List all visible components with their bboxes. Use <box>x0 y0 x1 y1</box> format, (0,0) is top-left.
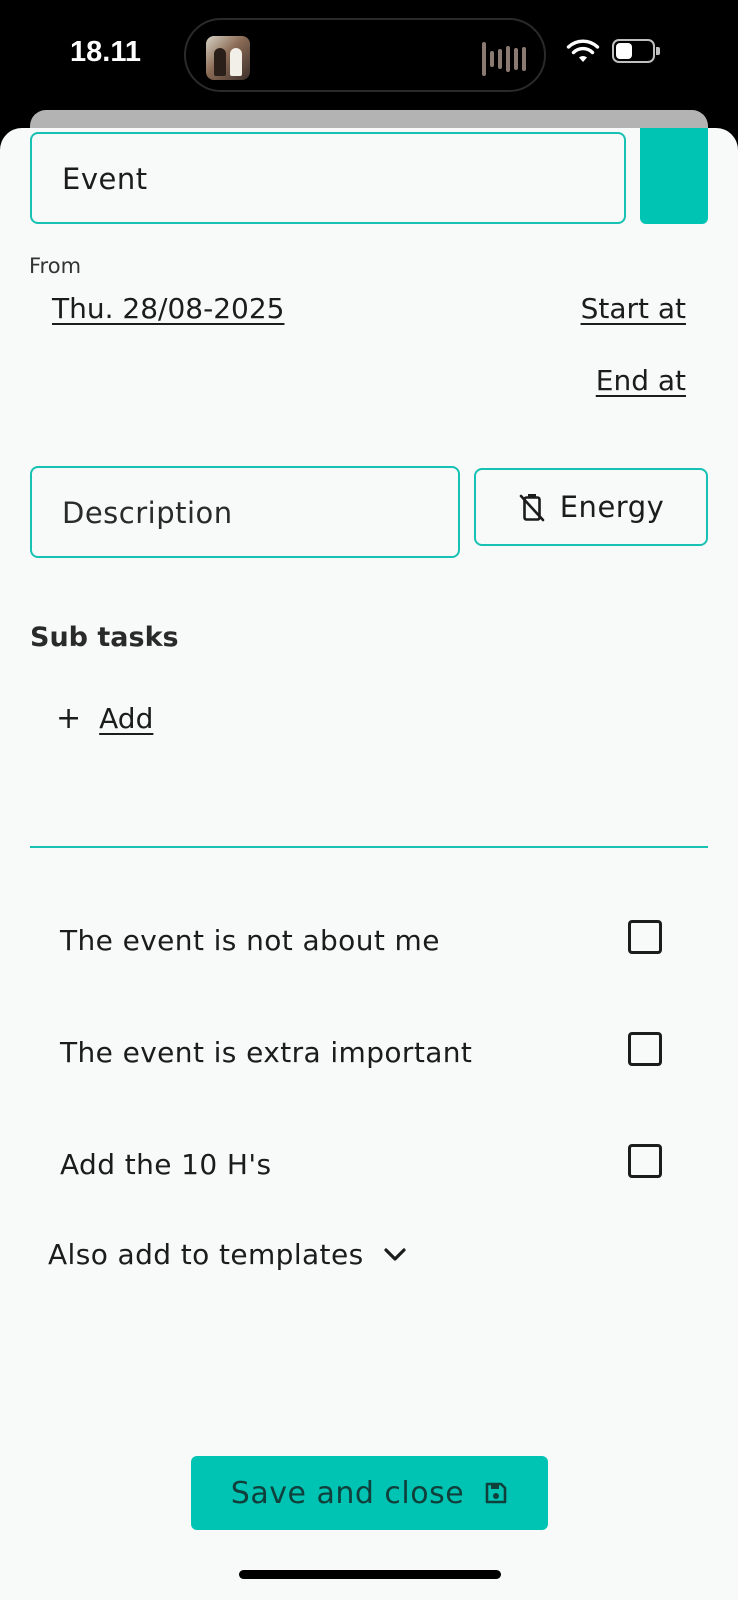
templates-label: Also add to templates <box>48 1238 364 1271</box>
chevron-down-icon <box>383 1247 406 1261</box>
subtasks-heading: Sub tasks <box>30 622 179 653</box>
end-time-link[interactable]: End at <box>596 364 686 397</box>
add-subtask-label: Add <box>99 702 154 735</box>
option-label: The event is not about me <box>60 924 440 957</box>
status-icons <box>566 38 660 64</box>
start-time-link[interactable]: Start at <box>581 292 686 325</box>
from-label: From <box>29 254 82 278</box>
option-row-extra-important[interactable]: The event is extra important <box>60 1028 662 1078</box>
audio-waveform-icon <box>482 42 526 76</box>
description-field[interactable]: Description <box>30 466 460 558</box>
date-picker-link[interactable]: Thu. 28/08-2025 <box>52 292 284 325</box>
save-and-close-button[interactable]: Save and close <box>191 1456 548 1530</box>
option-label: The event is extra important <box>60 1036 473 1069</box>
plus-icon: + <box>56 700 82 736</box>
home-indicator <box>239 1570 501 1579</box>
option-checkbox[interactable] <box>628 1032 662 1066</box>
wifi-icon <box>566 39 600 62</box>
option-label: Add the 10 H's <box>60 1148 272 1181</box>
templates-dropdown[interactable]: Also add to templates <box>48 1238 408 1271</box>
dynamic-island[interactable] <box>184 18 546 92</box>
floppy-disk-icon <box>485 1482 507 1504</box>
add-subtask-button[interactable]: + Add <box>56 702 153 735</box>
event-editor-sheet: Event From Thu. 28/08-2025 Start at End … <box>0 128 738 1600</box>
option-checkbox[interactable] <box>628 920 662 954</box>
option-row-not-about-me[interactable]: The event is not about me <box>60 916 662 966</box>
battery-off-icon <box>519 494 545 522</box>
energy-button[interactable]: Energy <box>474 468 708 546</box>
event-title-value: Event <box>62 162 148 196</box>
album-thumbnail[interactable] <box>206 36 250 80</box>
save-label: Save and close <box>230 1475 465 1511</box>
status-time: 18.11 <box>70 36 141 68</box>
event-title-field[interactable]: Event <box>30 132 626 224</box>
status-bar: 18.11 <box>0 0 738 120</box>
option-checkbox[interactable] <box>628 1144 662 1178</box>
energy-label: Energy <box>559 490 665 524</box>
option-row-10-hs[interactable]: Add the 10 H's <box>60 1140 662 1190</box>
description-placeholder: Description <box>62 496 233 530</box>
battery-icon <box>612 39 660 63</box>
section-divider <box>30 846 708 848</box>
color-picker-button[interactable] <box>640 128 708 224</box>
